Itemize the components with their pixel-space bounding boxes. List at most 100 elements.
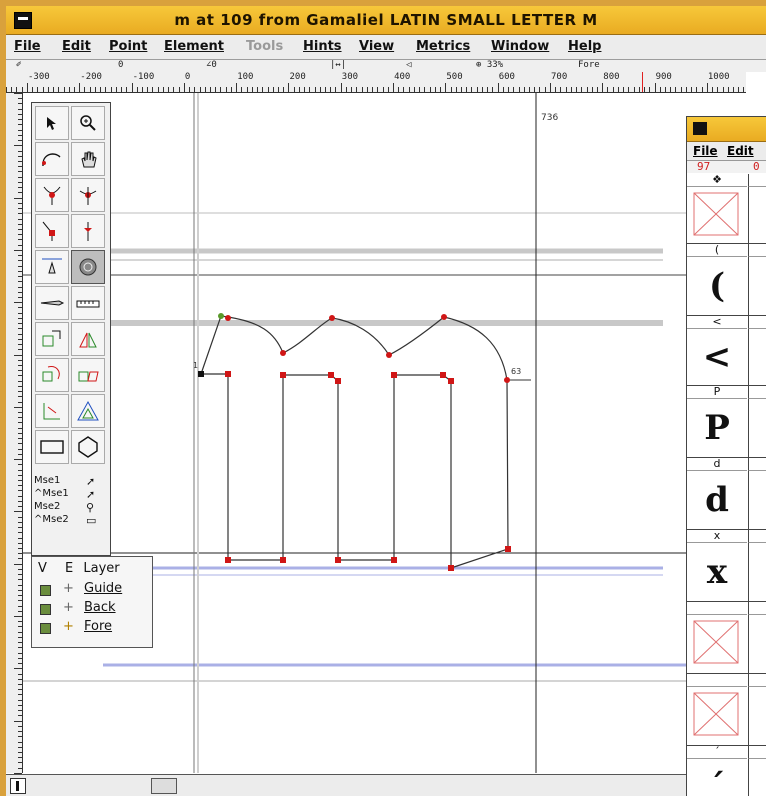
fv-menu-edit[interactable]: Edit (727, 144, 754, 158)
magnify-icon (80, 115, 96, 131)
layer-row-fore[interactable]: + Fore (32, 619, 152, 637)
glyph-cell[interactable]: ( ( (687, 244, 766, 316)
tangent-point-tool[interactable] (71, 214, 105, 248)
scroll-hand-tool[interactable] (71, 142, 105, 176)
ruler-tool[interactable] (71, 286, 105, 320)
menu-help[interactable]: Help (568, 39, 601, 54)
empty-glyph-cross (693, 620, 739, 664)
scale-tool[interactable] (35, 322, 69, 356)
edit-radio[interactable]: + (63, 581, 74, 596)
knife-tool[interactable] (35, 286, 69, 320)
layer-name[interactable]: Back (84, 600, 116, 615)
ruler-tick (602, 83, 604, 92)
font-view-title-bar[interactable] (687, 117, 766, 142)
menu-file[interactable]: File (14, 39, 41, 54)
ruler-tick (18, 579, 22, 581)
glyph-cell[interactable]: ´ ´ (687, 746, 766, 796)
glyph-cell[interactable] (687, 674, 766, 746)
visible-checkbox[interactable] (40, 585, 51, 596)
scrollbar-thumb[interactable] (151, 778, 177, 794)
menu-window[interactable]: Window (491, 39, 549, 54)
ruler-tick (18, 741, 22, 743)
menu-element[interactable]: Element (164, 39, 224, 54)
ruler-tick (712, 87, 714, 92)
ruler-tick (18, 469, 22, 471)
layer-name[interactable]: Fore (84, 619, 112, 634)
rotate-tool[interactable] (35, 358, 69, 392)
visible-checkbox[interactable] (40, 604, 51, 615)
menu-view[interactable]: View (359, 39, 394, 54)
ruler-tick (79, 83, 81, 92)
layer-name[interactable]: Guide (84, 581, 122, 596)
curve-point[interactable] (441, 314, 447, 320)
fv-menu-file[interactable]: File (693, 144, 718, 158)
menu-tools[interactable]: Tools (246, 39, 283, 54)
outline-svg[interactable]: 736 63 1 (23, 93, 687, 773)
start-point[interactable] (198, 371, 204, 377)
flip-tool[interactable] (71, 322, 105, 356)
corner-point[interactable] (391, 372, 397, 378)
ruler-tick (492, 87, 494, 92)
glyph-cell[interactable]: < < (687, 316, 766, 386)
rectangle-tool[interactable] (35, 430, 69, 464)
curve-point[interactable] (218, 313, 224, 319)
corner-point[interactable] (448, 378, 454, 384)
title-bar[interactable]: m at 109 from Gamaliel LATIN SMALL LETTE… (6, 6, 766, 35)
glyph-cell[interactable] (687, 602, 766, 674)
layer-row-back[interactable]: + Back (32, 600, 152, 618)
horizontal-scrollbar[interactable] (6, 774, 696, 796)
outline-points[interactable] (198, 313, 511, 571)
glyph-cell[interactable]: P P (687, 386, 766, 458)
glyph-editing-canvas[interactable]: 736 63 1 (23, 93, 687, 773)
visible-checkbox[interactable] (40, 623, 51, 634)
corner-point[interactable] (505, 546, 511, 552)
curve-point[interactable] (280, 350, 286, 356)
curve-point[interactable] (225, 315, 231, 321)
corner-point[interactable] (391, 557, 397, 563)
ruler-tick (18, 642, 22, 644)
ruler-tick (628, 87, 630, 92)
edit-radio[interactable]: + (63, 619, 74, 634)
skew-tool[interactable] (71, 358, 105, 392)
glyph-cell[interactable]: x x (687, 530, 766, 602)
layer-header: Layer (83, 561, 120, 576)
perspective-tool[interactable] (71, 394, 105, 428)
ruler-tick (372, 87, 374, 92)
spiro-tool[interactable] (71, 250, 105, 284)
hvcurve-point-tool[interactable] (71, 178, 105, 212)
menu-metrics[interactable]: Metrics (416, 39, 470, 54)
layer-row-guide[interactable]: + Guide (32, 581, 152, 599)
curve-point-tool[interactable] (35, 178, 69, 212)
corner-point[interactable] (280, 557, 286, 563)
ruler-tick (18, 537, 22, 539)
corner-point[interactable] (335, 557, 341, 563)
corner-point[interactable] (225, 371, 231, 377)
menu-edit[interactable]: Edit (62, 39, 91, 54)
glyph-cell[interactable]: d d (687, 458, 766, 530)
corner-point[interactable] (328, 372, 334, 378)
magnify-tool[interactable] (71, 106, 105, 140)
3d-rotate-tool[interactable] (35, 394, 69, 428)
corner-point[interactable] (225, 557, 231, 563)
corner-point-tool[interactable] (35, 214, 69, 248)
pen-tool[interactable] (35, 250, 69, 284)
menu-point[interactable]: Point (109, 39, 147, 54)
corner-point[interactable] (280, 372, 286, 378)
pointer-tool[interactable] (35, 106, 69, 140)
polygon-tool[interactable] (71, 430, 105, 464)
ruler-tick (330, 87, 332, 92)
curve-point[interactable] (504, 377, 510, 383)
edit-radio[interactable]: + (63, 600, 74, 615)
menu-hints[interactable]: Hints (303, 39, 342, 54)
ruler-tick-label: 500 (446, 72, 463, 82)
window-menu-button[interactable] (693, 122, 707, 135)
glyph-cell[interactable]: ❖ (687, 174, 766, 244)
corner-point[interactable] (440, 372, 446, 378)
curve-point[interactable] (329, 315, 335, 321)
glyph-outline[interactable] (200, 315, 509, 569)
corner-point[interactable] (448, 565, 454, 571)
corner-point[interactable] (335, 378, 341, 384)
freehand-tool[interactable] (35, 142, 69, 176)
scroll-left-button[interactable] (10, 778, 26, 794)
curve-point[interactable] (386, 352, 392, 358)
